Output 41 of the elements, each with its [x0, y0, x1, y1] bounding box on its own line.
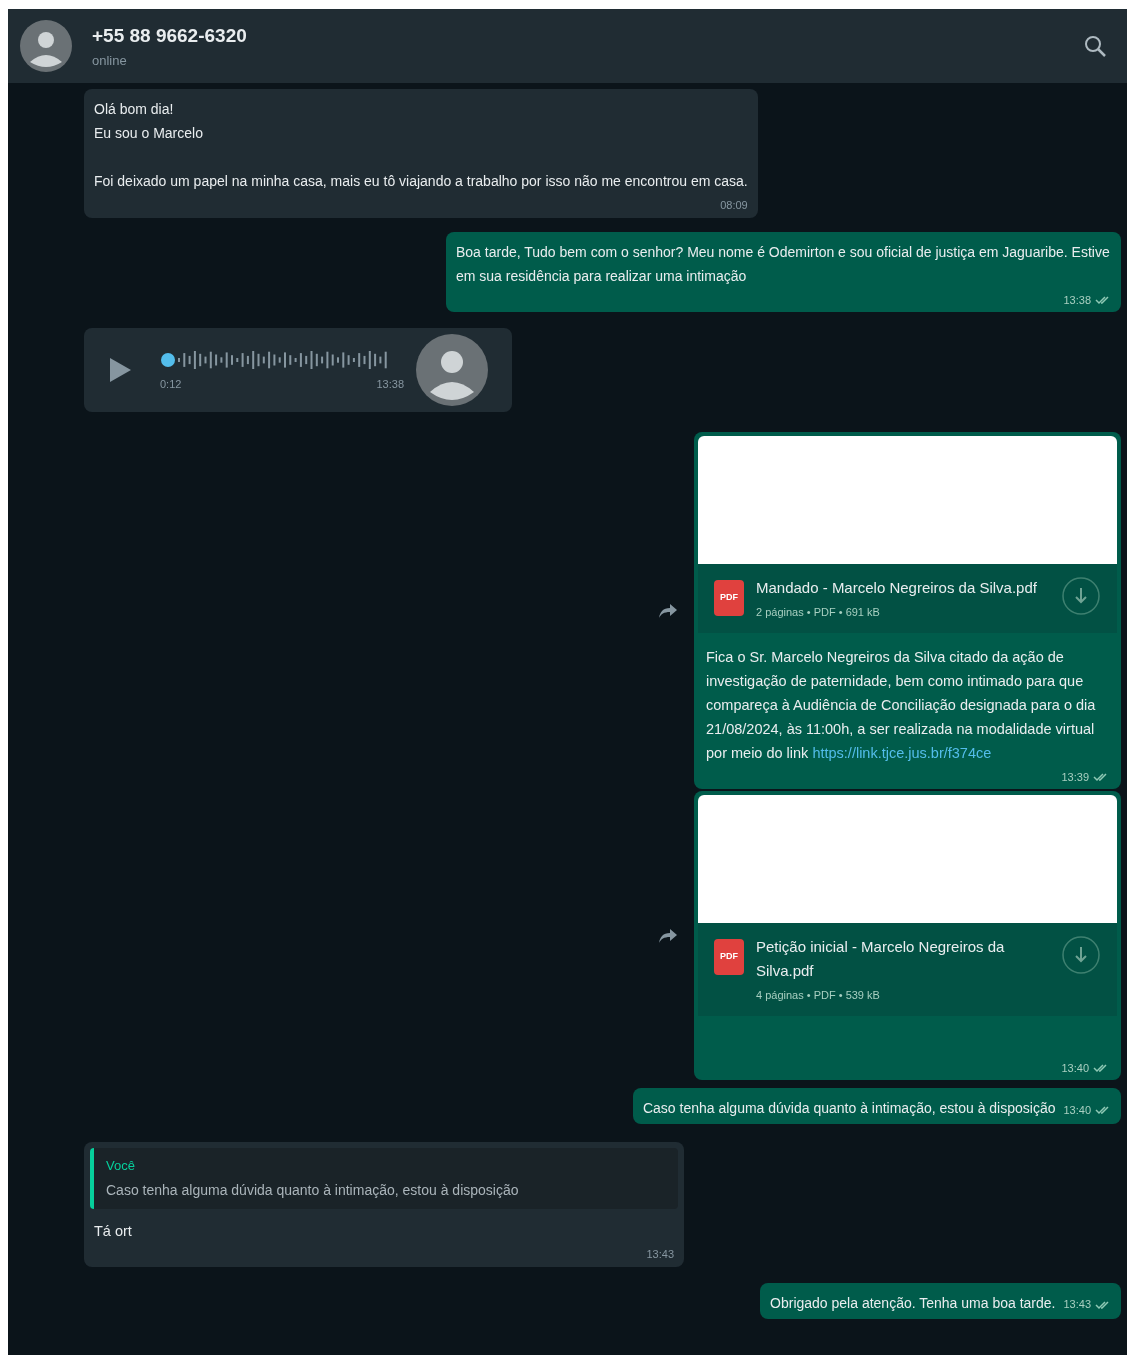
message-time: 13:40: [1061, 1060, 1089, 1076]
message-time: 13:39: [1061, 769, 1089, 785]
message-text: Obrigado pela atenção. Tenha uma boa tarde.: [770, 1293, 1056, 1313]
message-time: 13:43: [1063, 1297, 1091, 1313]
message-time: 13:43: [646, 1247, 674, 1263]
file-type-icon: PDF: [714, 939, 744, 975]
file-type-icon: PDF: [714, 580, 744, 616]
search-icon[interactable]: [1083, 34, 1107, 58]
contact-status: online: [92, 51, 128, 70]
file-details: 2 páginas • PDF • 691 kB: [756, 605, 881, 620]
link[interactable]: https://link.tjce.jus.br/f374ce: [812, 744, 992, 761]
message-text: Olá bom dia!: [94, 100, 175, 119]
message-text: Boa tarde, Tudo bem com o senhor? Meu nome é Odemirton e sou oficial de justiça em Jaguaribe. Estive em sua residência para realizar uma intimação: [456, 242, 1111, 286]
quote-author: Você: [106, 1157, 136, 1175]
message-text: Caso tenha alguma dúvida quanto à intimação, estou à disposição: [642, 1099, 1056, 1118]
file-details: 4 páginas • PDF • 539 kB: [756, 988, 881, 1003]
file-name: Mandado - Marcelo Negreiros da Silva.pdf: [756, 578, 1038, 598]
download-icon[interactable]: [1061, 576, 1101, 616]
message-text: Tá ort: [94, 1221, 133, 1241]
message-time: 13:40: [1063, 1102, 1091, 1118]
avatar-icon: [416, 334, 488, 406]
message-text: Foi deixado um papel na minha casa, mais eu tô viajando a trabalho por isso não me encontrou em casa.: [94, 172, 748, 191]
download-icon[interactable]: [1061, 935, 1101, 975]
forward-icon[interactable]: [658, 602, 678, 619]
avatar-icon[interactable]: [20, 20, 72, 72]
double-check-icon: [1093, 1062, 1109, 1073]
message-text: Fica o Sr. Marcelo Negreiros da Silva citado da ação de investigação de paternidade, bem como intimado para que compareça à Audiência de Conciliação designada para o dia 21/08/2024, às 11:00h, a ser realizada na modalidade virtual por meio do link https://link.tjce.jus.br/f374ce: [706, 647, 1097, 763]
contact-name: +55 88 9662-6320: [92, 24, 248, 48]
message-text: Eu sou o Marcelo: [94, 124, 204, 143]
double-check-icon: [1095, 1104, 1111, 1115]
double-check-icon: [1093, 771, 1109, 782]
double-check-icon: [1095, 294, 1111, 305]
play-icon[interactable]: [108, 357, 132, 383]
quote-text: Caso tenha alguma dúvida quanto à intimação, estou à disposição: [106, 1180, 520, 1200]
forward-icon[interactable]: [658, 927, 678, 944]
file-name: Petição inicial - Marcelo Negreiros da Silva.pdf: [756, 937, 1006, 981]
double-check-icon: [1095, 1299, 1111, 1310]
message-time: 13:38: [1063, 292, 1091, 308]
message-time: 08:09: [720, 198, 748, 213]
voice-duration: 0:12: [160, 376, 182, 392]
message-time: 13:38: [376, 376, 404, 392]
